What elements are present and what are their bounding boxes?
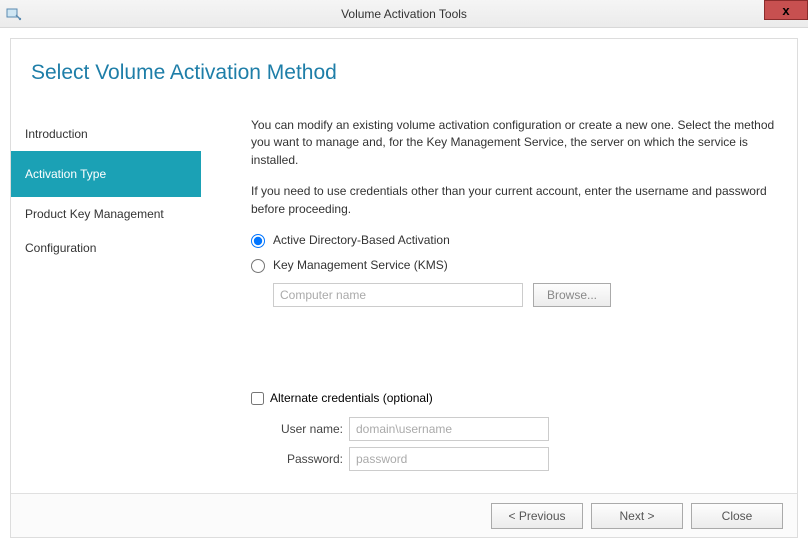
password-input[interactable] (349, 447, 549, 471)
radio-kms[interactable] (251, 259, 265, 273)
computer-name-input[interactable] (273, 283, 523, 307)
close-button[interactable]: Close (691, 503, 783, 529)
intro-text-1: You can modify an existing volume activa… (251, 117, 777, 169)
window-title: Volume Activation Tools (341, 7, 467, 21)
next-button[interactable]: Next > (591, 503, 683, 529)
intro-text-2: If you need to use credentials other tha… (251, 183, 777, 218)
sidebar-item-configuration[interactable]: Configuration (11, 231, 201, 265)
radio-kms-label: Key Management Service (KMS) (273, 257, 448, 274)
previous-button[interactable]: < Previous (491, 503, 583, 529)
sidebar-item-activation-type[interactable]: Activation Type (11, 151, 201, 197)
alt-cred-label: Alternate credentials (optional) (270, 391, 433, 405)
radio-kms-row[interactable]: Key Management Service (KMS) (251, 257, 777, 274)
window-close-button[interactable]: x (764, 0, 808, 20)
close-icon: x (782, 3, 789, 18)
radio-adba-row[interactable]: Active Directory-Based Activation (251, 232, 777, 249)
alternate-credentials-section: Alternate credentials (optional) User na… (251, 391, 549, 477)
sidebar: Introduction Activation Type Product Key… (11, 117, 201, 493)
radio-adba-label: Active Directory-Based Activation (273, 232, 450, 249)
app-icon (6, 6, 22, 22)
username-input[interactable] (349, 417, 549, 441)
browse-button[interactable]: Browse... (533, 283, 611, 307)
page-title: Select Volume Activation Method (11, 39, 797, 85)
sidebar-item-product-key-management[interactable]: Product Key Management (11, 197, 201, 231)
titlebar: Volume Activation Tools x (0, 0, 808, 28)
alt-cred-checkbox-row[interactable]: Alternate credentials (optional) (251, 391, 549, 405)
sidebar-item-introduction[interactable]: Introduction (11, 117, 201, 151)
username-label: User name: (273, 422, 343, 436)
password-label: Password: (273, 452, 343, 466)
radio-adba[interactable] (251, 234, 265, 248)
wizard-footer: < Previous Next > Close (11, 493, 797, 537)
content-area: Select Volume Activation Method Introduc… (10, 38, 798, 538)
alt-cred-checkbox[interactable] (251, 392, 264, 405)
wizard-window: Volume Activation Tools x Select Volume … (0, 0, 808, 548)
